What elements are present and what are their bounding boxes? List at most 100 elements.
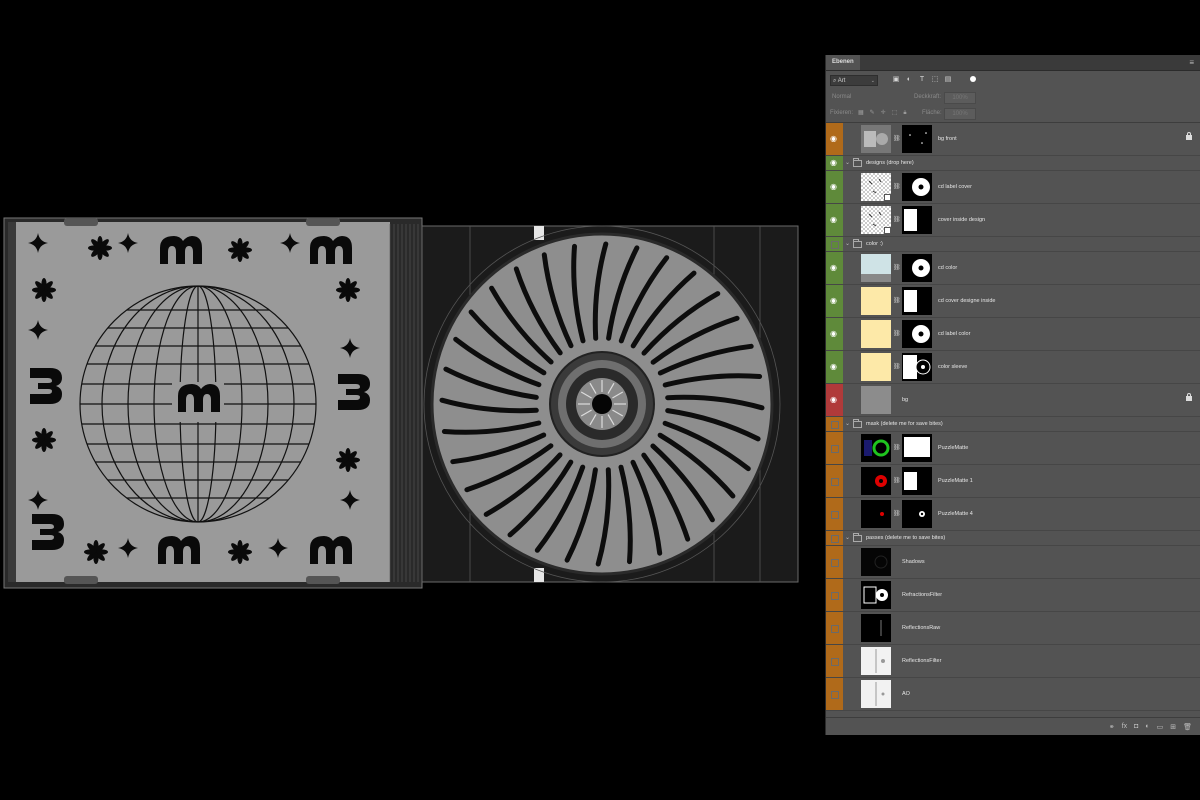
smartobject-filter-icon[interactable]: ▤: [944, 75, 952, 84]
group-chevron-icon[interactable]: ⌄: [845, 240, 850, 247]
layer-name[interactable]: RefractionsFilter: [902, 592, 942, 598]
folder-icon[interactable]: ▭: [1157, 723, 1164, 731]
visibility-toggle[interactable]: ◉: [826, 351, 843, 383]
fx-icon[interactable]: fx: [1122, 723, 1127, 730]
layer-mask-thumbnail[interactable]: [902, 206, 932, 234]
visibility-toggle[interactable]: ◉: [826, 318, 843, 350]
visibility-toggle[interactable]: ◉: [826, 156, 843, 170]
layer-name[interactable]: passes (delete me to save bites): [866, 535, 945, 541]
adjustment-filter-icon[interactable]: ◐: [905, 75, 913, 84]
adjustment-icon[interactable]: ◐: [1145, 723, 1149, 730]
mask-link-icon[interactable]: ⛓: [893, 264, 901, 271]
layer-mask-thumbnail[interactable]: [902, 287, 932, 315]
blend-mode-select[interactable]: Normal: [830, 92, 910, 103]
layer-name[interactable]: cd label cover: [938, 184, 972, 190]
mask-link-icon[interactable]: ⛓: [893, 216, 901, 223]
visibility-toggle[interactable]: [826, 531, 843, 545]
layer-thumbnail[interactable]: [861, 125, 891, 153]
layer-row-puzzlematte-1[interactable]: ⛓ PuzzleMatte 1: [826, 465, 1200, 498]
group-chevron-icon[interactable]: ⌄: [845, 420, 850, 427]
layer-row-bg[interactable]: ◉ bg: [826, 384, 1200, 417]
visibility-toggle[interactable]: ◉: [826, 204, 843, 236]
layer-row-cd-cover-designe-inside[interactable]: ◉ ⛓ cd cover designe inside: [826, 285, 1200, 318]
visibility-toggle[interactable]: [826, 417, 843, 431]
layer-thumbnail[interactable]: [861, 173, 891, 201]
filter-kind-select[interactable]: ⌕ Art ⌄: [830, 75, 878, 86]
mask-link-icon[interactable]: ⛓: [893, 444, 901, 451]
mask-link-icon[interactable]: ⛓: [893, 510, 901, 517]
opacity-field[interactable]: 100%: [944, 92, 976, 104]
layer-group-passes-delete-me-to-save-bites[interactable]: ⌄ passes (delete me to save bites): [826, 531, 1200, 546]
layer-thumbnail[interactable]: [861, 548, 891, 576]
mask-icon[interactable]: ◘: [1134, 723, 1138, 730]
tab-layers[interactable]: Ebenen: [826, 55, 860, 70]
layer-name[interactable]: PuzzleMatte: [938, 445, 968, 451]
layer-row-shadows[interactable]: Shadows: [826, 546, 1200, 579]
mask-link-icon[interactable]: ⛓: [893, 297, 901, 304]
layer-row-cd-label-cover[interactable]: ◉ ⛓ cd label cover: [826, 171, 1200, 204]
layer-thumbnail[interactable]: [861, 353, 891, 381]
mask-link-icon[interactable]: ⛓: [893, 330, 901, 337]
visibility-toggle[interactable]: ◉: [826, 252, 843, 284]
layer-name[interactable]: cd cover designe inside: [938, 298, 995, 304]
layer-name[interactable]: bg: [902, 397, 908, 403]
visibility-toggle[interactable]: [826, 432, 843, 464]
layer-row-cover-inside-design[interactable]: ◉ ⛓ cover inside design: [826, 204, 1200, 237]
layer-name[interactable]: PuzzleMatte 1: [938, 478, 973, 484]
layer-thumbnail[interactable]: [861, 434, 891, 462]
mask-link-icon[interactable]: ⛓: [893, 183, 901, 190]
panel-menu-icon[interactable]: ≡: [1189, 55, 1194, 70]
layer-thumbnail[interactable]: [861, 680, 891, 708]
layer-row-puzzlematte[interactable]: ⛓ PuzzleMatte: [826, 432, 1200, 465]
lock-position-icon[interactable]: ✛: [881, 108, 886, 119]
visibility-toggle[interactable]: [826, 498, 843, 530]
visibility-toggle[interactable]: [826, 237, 843, 251]
visibility-toggle[interactable]: ◉: [826, 285, 843, 317]
layer-mask-thumbnail[interactable]: [902, 500, 932, 528]
layer-thumbnail[interactable]: [861, 254, 891, 282]
layer-name[interactable]: AO: [902, 691, 910, 697]
layer-name[interactable]: bg front: [938, 136, 957, 142]
layer-name[interactable]: ReflectionsRaw: [902, 625, 940, 631]
layer-mask-thumbnail[interactable]: [902, 320, 932, 348]
layer-mask-thumbnail[interactable]: [902, 125, 932, 153]
mask-link-icon[interactable]: ⛓: [893, 477, 901, 484]
layer-row-refractionsfilter[interactable]: RefractionsFilter: [826, 579, 1200, 612]
layer-name[interactable]: designs (drop here): [866, 160, 914, 166]
lock-all-icon[interactable]: 🔒︎: [903, 108, 906, 119]
layer-group-mask-delete-me-for-save-bites[interactable]: ⌄ mask (delete me for save bites): [826, 417, 1200, 432]
layer-thumbnail[interactable]: [861, 467, 891, 495]
link-icon[interactable]: ⚭: [1109, 723, 1115, 731]
mask-link-icon[interactable]: ⛓: [893, 135, 901, 142]
layer-row-cd-color[interactable]: ◉ ⛓ cd color: [826, 252, 1200, 285]
new-layer-icon[interactable]: ⊞: [1170, 723, 1176, 731]
layer-row-reflectionsfilter[interactable]: ReflectionsFilter: [826, 645, 1200, 678]
type-filter-icon[interactable]: T: [918, 75, 926, 84]
layer-name[interactable]: color :): [866, 241, 883, 247]
layer-mask-thumbnail[interactable]: [902, 353, 932, 381]
visibility-toggle[interactable]: [826, 465, 843, 497]
layer-thumbnail[interactable]: [861, 206, 891, 234]
layer-name[interactable]: Shadows: [902, 559, 925, 565]
layer-row-color-sleeve[interactable]: ◉ ⛓ color sleeve: [826, 351, 1200, 384]
trash-icon[interactable]: 🗑︎: [1183, 723, 1192, 731]
lock-pixels-icon[interactable]: ✎: [870, 108, 875, 119]
layer-name[interactable]: mask (delete me for save bites): [866, 421, 943, 427]
lock-artboard-icon[interactable]: ⬚: [892, 108, 898, 119]
layer-name[interactable]: cover inside design: [938, 217, 985, 223]
layer-thumbnail[interactable]: [861, 614, 891, 642]
shape-filter-icon[interactable]: ⬚: [931, 75, 939, 84]
visibility-toggle[interactable]: [826, 546, 843, 578]
layer-name[interactable]: PuzzleMatte 4: [938, 511, 973, 517]
layer-thumbnail[interactable]: [861, 581, 891, 609]
layer-thumbnail[interactable]: [861, 320, 891, 348]
layer-thumbnail[interactable]: [861, 287, 891, 315]
layer-name[interactable]: color sleeve: [938, 364, 967, 370]
layer-row-bg-front[interactable]: ◉ ⛓ bg front: [826, 123, 1200, 156]
layer-name[interactable]: ReflectionsFilter: [902, 658, 941, 664]
visibility-toggle[interactable]: ◉: [826, 123, 843, 155]
fill-field[interactable]: 100%: [944, 108, 976, 120]
layer-mask-thumbnail[interactable]: [902, 254, 932, 282]
visibility-toggle[interactable]: [826, 678, 843, 710]
layer-thumbnail[interactable]: [861, 386, 891, 414]
